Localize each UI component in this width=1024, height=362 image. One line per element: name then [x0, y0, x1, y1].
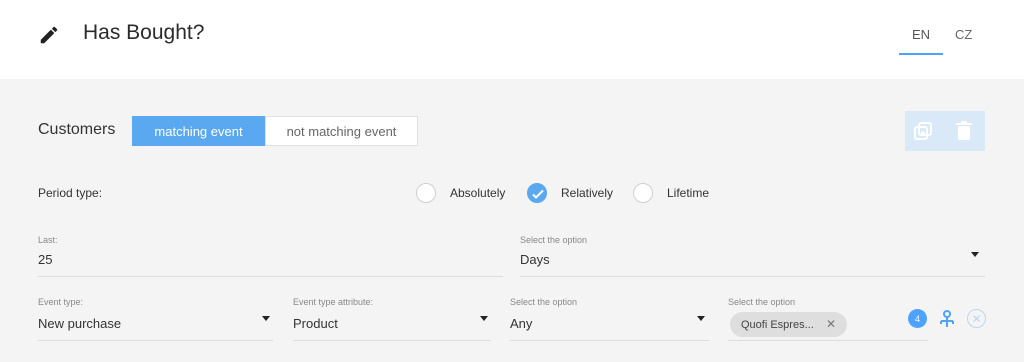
unit-select-label: Select the option	[520, 235, 588, 245]
chevron-down-icon[interactable]	[697, 316, 705, 321]
period-type-label: Period type:	[38, 186, 103, 200]
option1-label: Select the option	[510, 297, 578, 307]
close-icon[interactable]: ✕	[826, 318, 836, 330]
language-cz[interactable]: CZ	[955, 27, 972, 42]
radio-label-lifetime: Lifetime	[667, 186, 710, 200]
customers-label: Customers	[38, 121, 116, 138]
check-icon	[532, 189, 544, 199]
tree-icon[interactable]	[937, 309, 957, 329]
pencil-icon[interactable]	[38, 24, 60, 46]
matching-event-button[interactable]: matching event	[132, 116, 265, 146]
option1-underline	[510, 340, 709, 341]
page-title: Has Bought?	[83, 21, 205, 44]
trash-icon[interactable]	[955, 121, 973, 141]
unit-underline	[520, 276, 985, 277]
active-language-indicator	[899, 53, 943, 55]
last-label: Last:	[38, 235, 58, 245]
chip-label: Quofi Espres...	[741, 318, 814, 331]
radio-absolutely[interactable]	[416, 183, 436, 203]
header: Has Bought? EN CZ	[0, 0, 1024, 79]
event-attribute-select[interactable]: Product	[293, 316, 338, 331]
chevron-down-icon[interactable]	[971, 252, 979, 257]
last-input[interactable]: 25	[38, 252, 52, 267]
chevron-down-icon[interactable]	[262, 316, 270, 321]
radio-label-absolutely: Absolutely	[450, 186, 506, 200]
option1-select[interactable]: Any	[510, 316, 532, 331]
close-circle-icon[interactable]: ✕	[967, 309, 986, 328]
radio-label-relatively: Relatively	[561, 186, 614, 200]
event-attribute-underline	[293, 340, 491, 341]
option2-underline	[728, 340, 928, 341]
chevron-down-icon[interactable]	[480, 316, 488, 321]
count-badge: 4	[908, 309, 927, 328]
option2-label: Select the option	[728, 297, 796, 307]
copy-icon[interactable]	[913, 121, 933, 141]
event-type-select[interactable]: New purchase	[38, 316, 121, 331]
not-matching-event-button[interactable]: not matching event	[265, 116, 418, 146]
language-en[interactable]: EN	[912, 27, 930, 42]
event-type-label: Event type:	[38, 297, 84, 307]
radio-relatively[interactable]	[527, 183, 547, 203]
radio-lifetime[interactable]	[633, 183, 653, 203]
event-attribute-label: Event type attribute:	[293, 297, 374, 307]
event-type-underline	[38, 340, 273, 341]
last-underline	[38, 276, 503, 277]
unit-select[interactable]: Days	[520, 252, 550, 267]
